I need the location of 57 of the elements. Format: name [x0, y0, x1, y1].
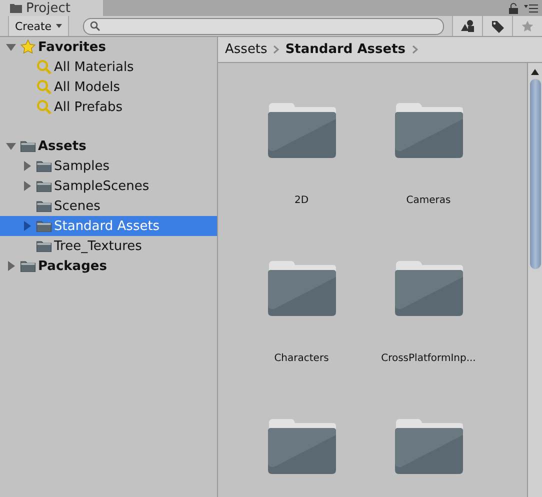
shapes-icon [460, 20, 474, 32]
folder-name[interactable]: Characters [274, 353, 329, 364]
tree-item[interactable]: Assets [0, 136, 217, 156]
folder-name[interactable]: Cameras [406, 195, 451, 206]
folder-name[interactable]: 2D [294, 195, 309, 206]
folder-icon [266, 101, 338, 159]
tree-item[interactable]: Scenes [0, 196, 217, 216]
folder-icon [36, 180, 52, 192]
tree-item[interactable]: All Materials [0, 57, 217, 77]
search-icon [90, 21, 100, 31]
folder-icon [36, 220, 52, 232]
search-icon [36, 79, 52, 95]
star-icon [20, 39, 36, 55]
caret-icon [56, 24, 62, 28]
folder-icon [36, 240, 52, 252]
tree-item[interactable]: SampleScenes [0, 176, 217, 196]
chevron-icon [273, 45, 280, 54]
breadcrumb-item[interactable]: Standard Assets [285, 42, 406, 57]
create-button[interactable]: Create [8, 16, 69, 36]
tree-item[interactable]: Samples [0, 156, 217, 176]
collapsed-arrow-icon[interactable] [22, 221, 32, 231]
filter-by-label-button[interactable] [482, 16, 512, 36]
folder-icon [20, 260, 36, 272]
search-field[interactable] [82, 18, 444, 34]
tree-item[interactable]: Packages [0, 256, 217, 276]
folder-icon [392, 417, 464, 475]
star-icon [521, 20, 534, 32]
folder-icon [20, 140, 36, 152]
menu-icon[interactable] [524, 4, 538, 12]
tree-item[interactable]: Standard Assets [0, 216, 217, 236]
tag-icon [490, 20, 504, 32]
search-icon [36, 99, 52, 115]
filter-by-type-button[interactable] [452, 16, 482, 36]
tree-item[interactable]: All Models [0, 77, 217, 97]
tree-item[interactable]: Tree_Textures [0, 236, 217, 256]
folder-icon [36, 200, 52, 212]
project-tab[interactable]: Project [0, 0, 103, 16]
folder-name[interactable]: CrossPlatformInp... [381, 353, 476, 364]
collapsed-arrow-icon[interactable] [6, 261, 16, 271]
scrollbar-thumb[interactable] [530, 79, 540, 269]
folder-icon [392, 259, 464, 317]
tree-item[interactable]: Favorites [0, 37, 217, 57]
expanded-arrow-icon[interactable] [6, 141, 16, 151]
expanded-arrow-icon[interactable] [6, 42, 16, 52]
folder-icon [392, 101, 464, 159]
lock-icon[interactable] [509, 2, 518, 14]
folder-icon [36, 160, 52, 172]
collapsed-arrow-icon[interactable] [22, 181, 32, 191]
breadcrumb-item[interactable]: Assets [225, 42, 268, 57]
folder-icon [10, 3, 22, 13]
collapsed-arrow-icon[interactable] [22, 161, 32, 171]
tree-item[interactable]: All Prefabs [0, 97, 217, 117]
folder-icon [266, 417, 338, 475]
folder-icon [266, 259, 338, 317]
scroll-up-icon[interactable] [531, 69, 539, 75]
search-icon [36, 59, 52, 75]
chevron-icon [412, 45, 418, 54]
